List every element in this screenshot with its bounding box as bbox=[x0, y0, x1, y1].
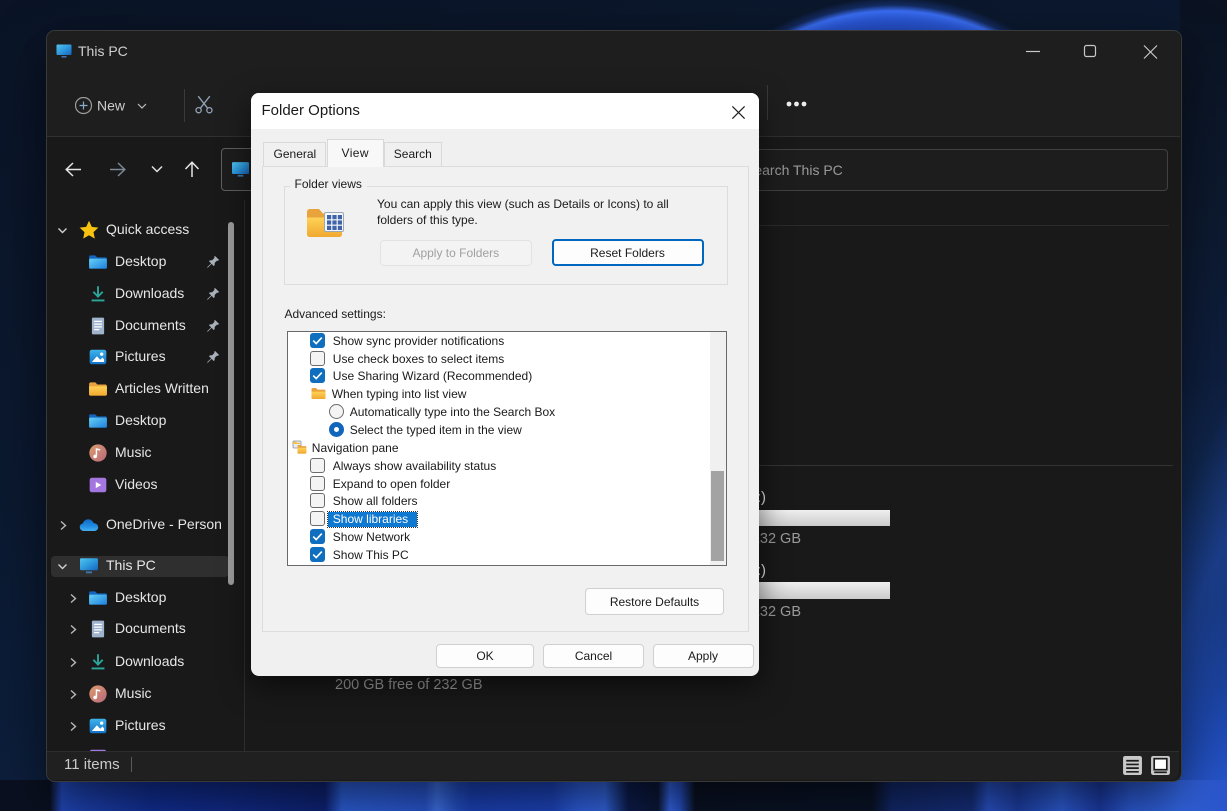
svg-text:New: New bbox=[97, 98, 126, 114]
